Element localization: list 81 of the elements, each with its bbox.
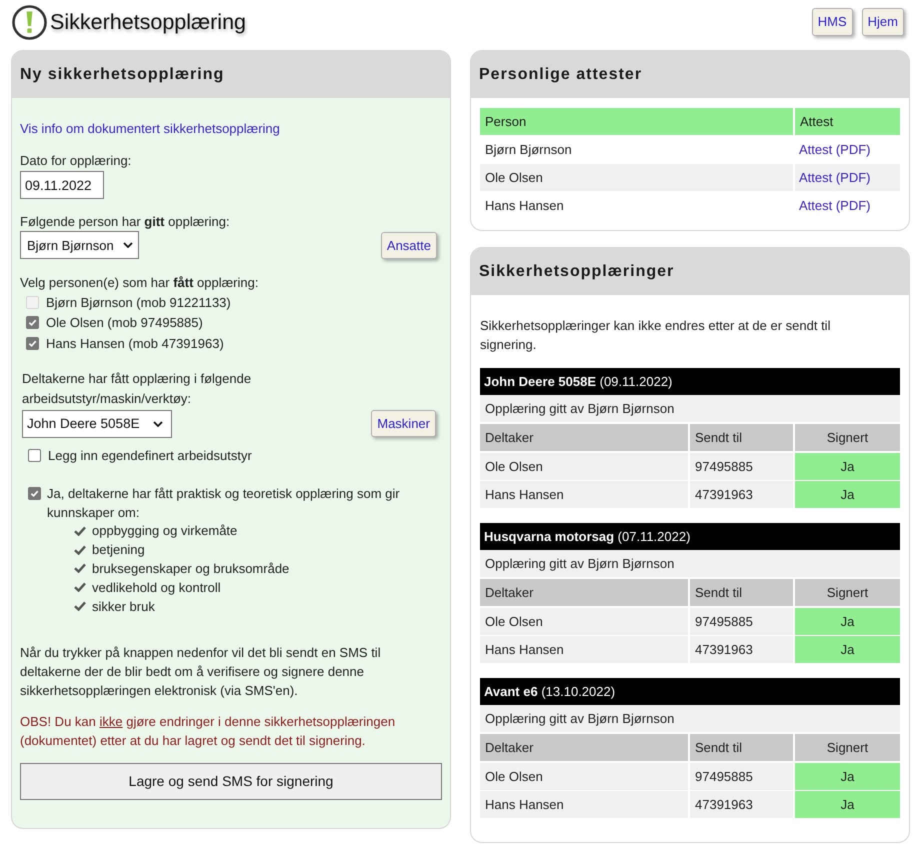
- panel-title: Personlige attester: [471, 51, 909, 98]
- column-header: Deltaker: [480, 734, 688, 761]
- status-cell: Ja: [795, 636, 900, 663]
- person-dropdown[interactable]: Bjørn Bjørnson: [20, 231, 139, 259]
- session-heading: Husqvarna motorsag (07.11.2022): [480, 523, 900, 550]
- panel-title: Ny sikkerhetsopplæring: [12, 51, 450, 98]
- info-text: Sikkerhetsopplæringer kan ikke endres etter at de er sendt til signering.: [480, 317, 832, 354]
- employees-button[interactable]: Ansatte: [380, 232, 437, 258]
- nav-button[interactable]: Hjem: [862, 8, 904, 36]
- info-link[interactable]: Vis info om dokumentert sikkerhetsopplæring: [20, 119, 280, 138]
- trainer-row: Opplæring gitt av Bjørn Bjørnson: [480, 705, 900, 732]
- checkbox-label: Legg inn egendefinert arbeidsutstyr: [48, 446, 252, 464]
- chevron-down-icon: [123, 242, 133, 248]
- field-label: Følgende person har gitt opplæring:: [20, 213, 230, 231]
- topic-text: betjening: [92, 541, 145, 560]
- table-cell: Hans Hansen: [480, 791, 688, 818]
- topic-text: vedlikehold og kontroll: [92, 578, 221, 597]
- check-icon: [74, 544, 86, 555]
- check-icon: [74, 601, 86, 612]
- field-label: Velg personen(e) som har fått opplæring:: [20, 274, 258, 292]
- column-header: Deltaker: [480, 579, 688, 606]
- field-label: Deltakerne har fått opplæring i følgende arbeidsutstyr/maskin/verktøy:: [21, 370, 252, 408]
- info-text: Når du trykker på knappen nedenfor vil det bli sendt en SMS til deltakerne der de blir bedt om å verifisere og signere denne sikkerhetsopplæringen elektronisk (via SMS'en).: [20, 644, 382, 700]
- table-cell: Ole Olsen: [480, 164, 793, 191]
- status-cell: Ja: [795, 762, 900, 790]
- nav-button[interactable]: HMS: [812, 8, 853, 36]
- session-heading: John Deere 5058E (09.11.2022): [480, 368, 900, 395]
- pdf-link[interactable]: Attest (PDF): [799, 168, 871, 188]
- column-header: Deltaker: [480, 424, 688, 451]
- date-field[interactable]: 09.11.2022: [20, 171, 104, 199]
- check-icon: [74, 582, 86, 592]
- table-cell: 47391963: [690, 791, 793, 818]
- table-cell: Hans Hansen: [480, 481, 688, 508]
- topic-text: sikker bruk: [92, 598, 155, 616]
- column-header: Person: [480, 108, 793, 135]
- checkbox-label: Ja, deltakerne har fått praktisk og teoretisk opplæring som gir kunnskaper om:: [47, 484, 401, 522]
- column-header: Signert: [795, 734, 900, 761]
- table-cell: Ole Olsen: [480, 608, 688, 634]
- pdf-link[interactable]: Attest (PDF): [799, 196, 871, 216]
- checkbox-label: Ole Olsen (mob 97495885): [46, 314, 203, 332]
- panel-title: Sikkerhetsopplæringer: [471, 248, 909, 295]
- table-cell: Ole Olsen: [480, 452, 688, 480]
- field-label: Dato for opplæring:: [20, 152, 132, 170]
- column-header: Signert: [795, 424, 900, 451]
- session-heading: Avant e6 (13.10.2022): [480, 678, 900, 705]
- checkbox-label: Bjørn Bjørnson (mob 91221133): [46, 294, 231, 312]
- topic-text: oppbygging og virkemåte: [92, 522, 238, 540]
- table-cell: 97495885: [690, 762, 793, 790]
- topic-text: bruksegenskaper og bruksområde: [92, 560, 290, 578]
- pdf-link[interactable]: Attest (PDF): [799, 140, 871, 160]
- check-icon: [74, 563, 86, 574]
- column-header: Attest: [795, 108, 900, 135]
- column-header: Sendt til: [690, 734, 793, 761]
- trainer-row: Opplæring gitt av Bjørn Bjørnson: [480, 550, 900, 577]
- check-icon: [74, 526, 86, 536]
- status-cell: Ja: [795, 481, 900, 508]
- warning-text: OBS! Du kan ikke gjøre endringer i denne sikkerhetsopplæringen (dokumentet) etter at du har lagret og sendt det til signering.: [20, 713, 396, 750]
- table-cell: 47391963: [690, 636, 793, 663]
- column-header: Signert: [795, 579, 900, 606]
- save-and-send-button[interactable]: Lagre og send SMS for signering: [20, 763, 442, 800]
- checkbox[interactable]: [26, 316, 39, 330]
- trainer-row: Opplæring gitt av Bjørn Bjørnson: [480, 395, 900, 422]
- equipment-dropdown[interactable]: John Deere 5058E: [22, 410, 172, 438]
- status-cell: Ja: [795, 452, 900, 480]
- checkbox[interactable]: [28, 486, 41, 500]
- machines-button[interactable]: Maskiner: [371, 410, 436, 437]
- table-cell: 97495885: [690, 452, 793, 480]
- table-cell: Hans Hansen: [480, 636, 688, 663]
- status-cell: Ja: [795, 608, 900, 634]
- table-cell: 97495885: [690, 608, 793, 634]
- status-cell: Ja: [795, 791, 900, 818]
- chevron-down-icon: [153, 420, 163, 426]
- checkbox[interactable]: [26, 336, 39, 350]
- checkbox[interactable]: [28, 448, 41, 462]
- page-title: Sikkerhetsopplæring: [50, 9, 246, 36]
- checkbox-label: Hans Hansen (mob 47391963): [46, 334, 224, 353]
- column-header: Sendt til: [690, 579, 793, 606]
- column-header: Sendt til: [690, 424, 793, 451]
- table-cell: 47391963: [690, 481, 793, 508]
- exclamation-circle-icon: [12, 5, 47, 40]
- table-cell: Ole Olsen: [480, 762, 688, 790]
